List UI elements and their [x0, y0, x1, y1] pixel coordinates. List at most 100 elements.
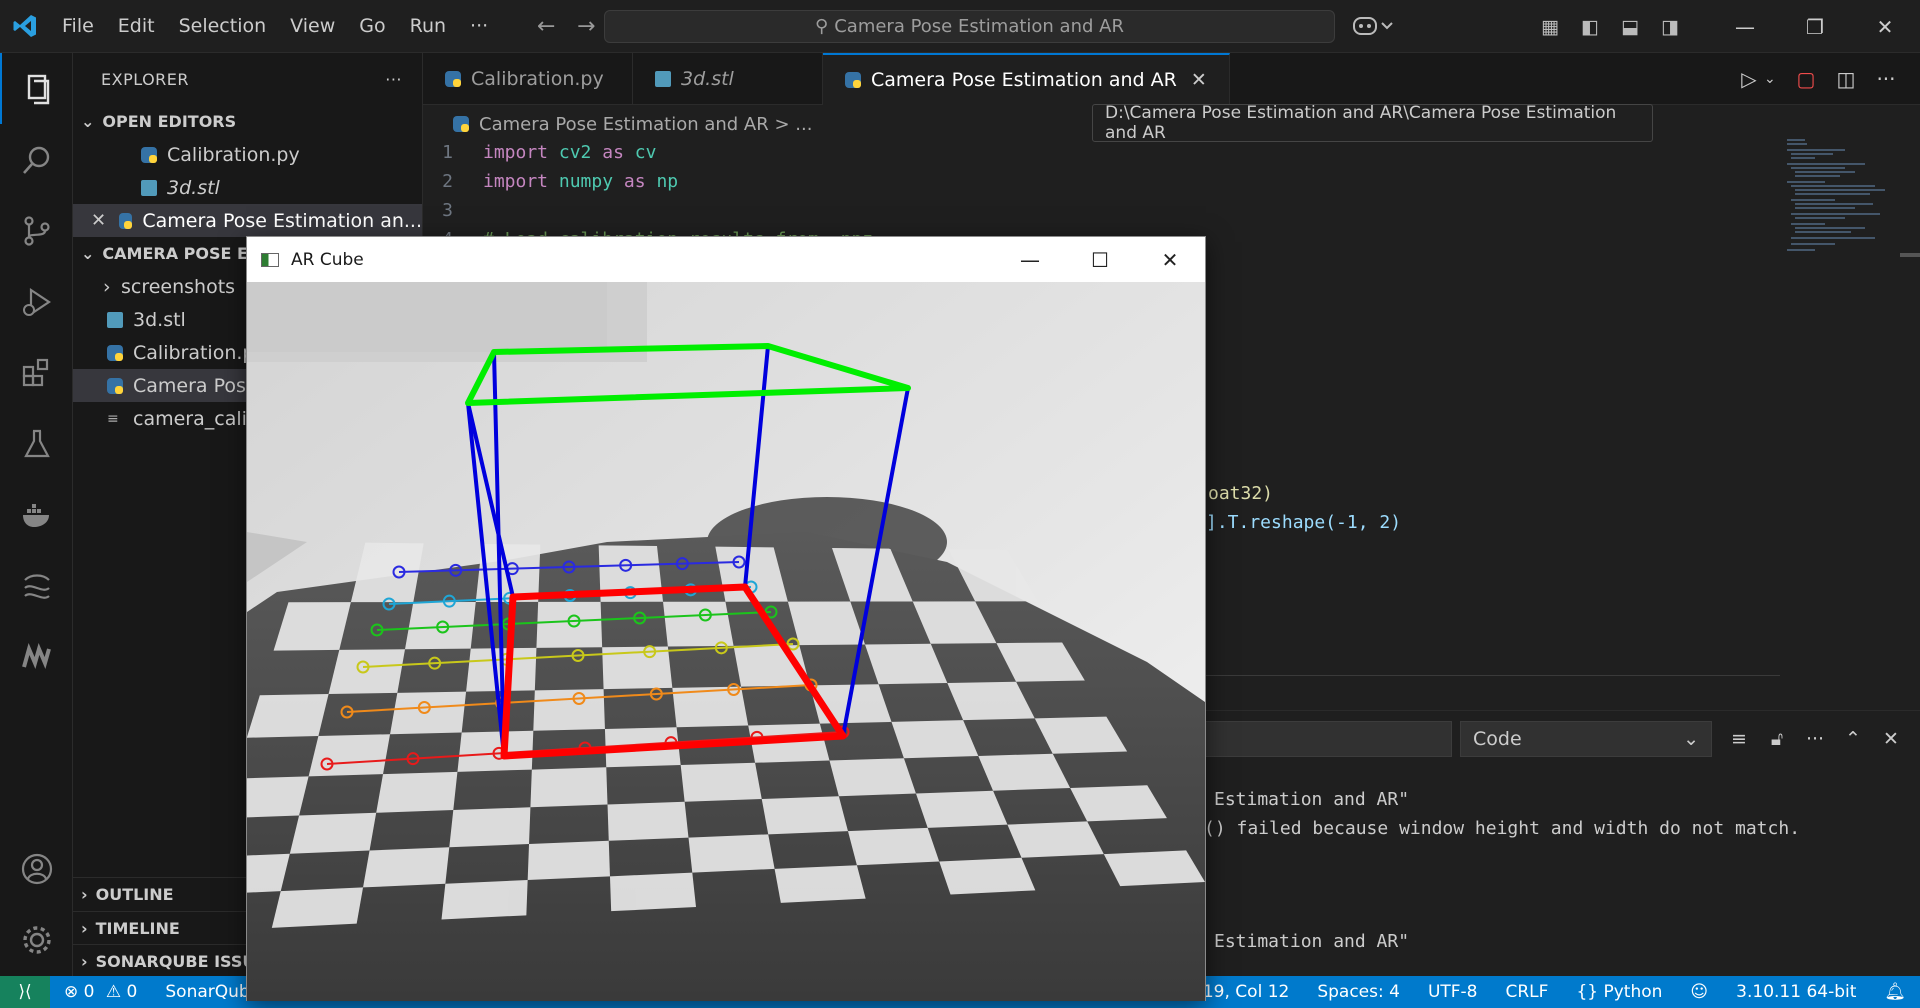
menu-run[interactable]: Run	[398, 15, 458, 37]
search-icon[interactable]	[0, 124, 73, 195]
code-fragment: oat32)	[1208, 483, 1273, 504]
language-mode[interactable]: {} Python	[1562, 982, 1676, 1002]
board-square	[449, 807, 531, 848]
editor-tabs: Calibration.py 3d.stl Camera Pose Estima…	[423, 53, 1920, 105]
customize-layout-icon[interactable]: ▦	[1530, 16, 1570, 38]
board-square	[688, 834, 775, 873]
board-square	[533, 689, 605, 731]
remote-waves-icon[interactable]	[0, 550, 73, 621]
menu-view[interactable]: View	[278, 15, 347, 37]
run-debug-icon[interactable]	[0, 266, 73, 337]
warning-count: 0	[126, 982, 138, 1002]
code-lines[interactable]: 1 import cv2 as cv 2 import numpy as np 3 …	[423, 138, 873, 239]
close-tab-icon[interactable]: ✕	[1191, 69, 1207, 91]
line-endings[interactable]: CRLF	[1492, 982, 1563, 1002]
source-control-icon[interactable]	[0, 195, 73, 266]
forward-arrow-icon[interactable]: →	[566, 14, 606, 39]
chevron-down-icon: ⌄	[81, 112, 95, 131]
maximize-panel-icon[interactable]: ⌃	[1834, 728, 1872, 750]
code-fragment-text: oat32)	[1208, 483, 1274, 504]
minimap[interactable]	[1785, 136, 1905, 256]
code-line: 1 import cv2 as cv	[423, 138, 873, 167]
chevron-down-icon: ⌄	[81, 244, 95, 263]
code-alias: np	[656, 171, 679, 192]
braces-icon: {}	[1576, 982, 1599, 1002]
minimize-icon[interactable]: —	[1710, 15, 1780, 39]
board-square	[221, 776, 309, 819]
notifications-bell-icon[interactable]: 🔔︎	[1870, 982, 1920, 1002]
open-editor-item[interactable]: Calibration.py	[73, 138, 422, 171]
account-icon[interactable]	[0, 833, 73, 904]
open-editors-section[interactable]: ⌄ OPEN EDITORS	[73, 105, 422, 138]
ar-minimize-icon[interactable]: —	[995, 248, 1065, 272]
explorer-more-icon[interactable]: ···	[385, 70, 402, 89]
close-panel-icon[interactable]: ✕	[1872, 728, 1910, 750]
extensions-icon[interactable]	[0, 337, 73, 408]
python-interpreter[interactable]: 3.10.11 64-bit	[1722, 982, 1870, 1002]
menu-selection[interactable]: Selection	[167, 15, 279, 37]
chevron-right-icon: ›	[103, 275, 111, 298]
ar-cube-window[interactable]: AR Cube — ☐ ✕	[198, 236, 1206, 1001]
testing-flask-icon[interactable]	[0, 408, 73, 479]
ar-window-titlebar[interactable]: AR Cube — ☐ ✕	[247, 237, 1205, 282]
menu-go[interactable]: Go	[347, 15, 397, 37]
lock-scroll-icon[interactable]: 🔓︎	[1758, 728, 1796, 750]
indentation[interactable]: Spaces: 4	[1303, 982, 1414, 1002]
tab-camera-pose[interactable]: Camera Pose Estimation and AR ✕	[823, 53, 1230, 105]
code-keyword: import	[483, 171, 549, 192]
copilot-status-icon[interactable]: ☺	[1676, 982, 1722, 1002]
problems-indicator[interactable]: ⊗ 0 ⚠ 0	[50, 982, 151, 1002]
code-module: numpy	[558, 171, 614, 192]
menu-edit[interactable]: Edit	[106, 15, 167, 37]
code-keyword: import	[483, 142, 549, 163]
restore-icon[interactable]: ❐	[1780, 15, 1850, 39]
menu-file[interactable]: File	[50, 15, 106, 37]
close-editor-icon[interactable]: ✕	[91, 210, 119, 231]
board-square	[847, 827, 940, 866]
panel-more-icon[interactable]: ···	[1796, 728, 1834, 750]
stl-file-icon	[107, 311, 123, 328]
toggle-panel-icon[interactable]: ⬓	[1610, 16, 1650, 38]
chevron-down-icon[interactable]: ⌄	[1764, 71, 1786, 87]
copilot-icon[interactable]	[1352, 14, 1396, 43]
settings-gear-icon[interactable]	[0, 904, 73, 975]
split-editor-icon[interactable]: ◫	[1826, 67, 1866, 91]
board-square	[774, 865, 866, 903]
interpreter-text: 3.10.11 64-bit	[1736, 982, 1857, 1002]
extension-m-icon[interactable]	[0, 621, 73, 692]
run-file-icon[interactable]: ▷	[1734, 67, 1764, 91]
back-arrow-icon[interactable]: ←	[526, 14, 566, 39]
tab-calibration[interactable]: Calibration.py	[423, 53, 633, 105]
search-text: Camera Pose Estimation and AR	[834, 16, 1124, 37]
explorer-icon[interactable]	[0, 53, 73, 124]
menu-more[interactable]: ···	[458, 15, 500, 37]
stop-icon[interactable]: ▢	[1786, 67, 1826, 91]
toggle-secondary-sidebar-icon[interactable]: ◨	[1650, 16, 1690, 38]
chevron-right-icon: ›	[81, 918, 88, 938]
editor-more-icon[interactable]: ···	[1866, 67, 1906, 91]
output-filter-input[interactable]	[1205, 721, 1452, 757]
open-editor-label: Calibration.py	[167, 143, 300, 166]
command-center-search[interactable]: ⚲ Camera Pose Estimation and AR	[604, 10, 1335, 43]
board-square	[829, 758, 916, 797]
board-square	[1007, 821, 1104, 858]
python-file-icon	[453, 116, 469, 132]
tab-3d-stl[interactable]: 3d.stl	[633, 53, 823, 105]
scrollbar-thumb[interactable]	[1900, 253, 1920, 257]
encoding[interactable]: UTF-8	[1414, 982, 1492, 1002]
search-icon: ⚲	[815, 16, 829, 37]
ar-window-title: AR Cube	[291, 249, 364, 270]
board-square	[607, 801, 689, 841]
remote-indicator-icon[interactable]: ⟩⟨	[0, 976, 50, 1008]
output-panel-toolbar: Code ⌄ ≡ 🔓︎ ··· ⌃ ✕	[1205, 718, 1920, 760]
board-square	[663, 601, 734, 647]
ar-maximize-icon[interactable]: ☐	[1065, 248, 1135, 272]
clear-output-icon[interactable]: ≡	[1720, 728, 1758, 750]
close-window-icon[interactable]: ✕	[1850, 15, 1920, 39]
ar-close-icon[interactable]: ✕	[1135, 248, 1205, 272]
open-editor-item[interactable]: 3d.stl	[73, 171, 422, 204]
open-editor-item[interactable]: ✕ Camera Pose Estimation an...	[73, 204, 422, 237]
toggle-sidebar-icon[interactable]: ◧	[1570, 16, 1610, 38]
docker-icon[interactable]	[0, 479, 73, 550]
output-channel-select[interactable]: Code ⌄	[1460, 721, 1712, 757]
